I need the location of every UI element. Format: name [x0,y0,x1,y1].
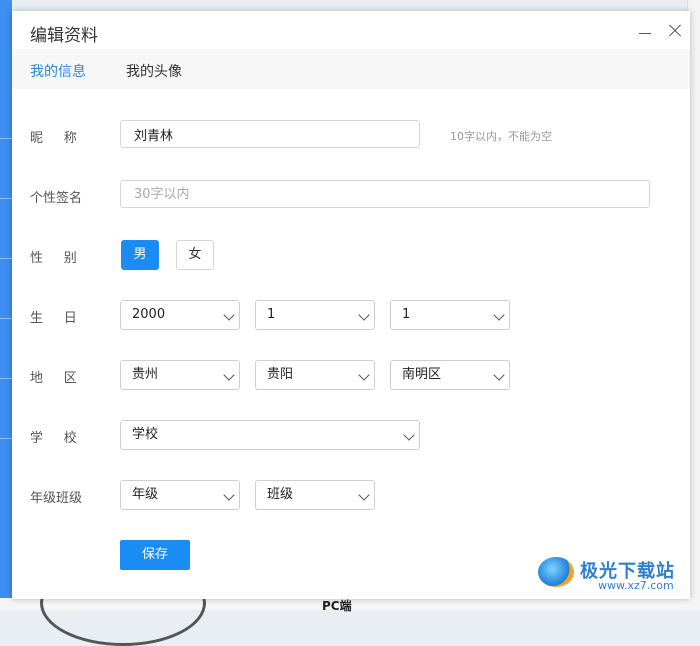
chevron-down-icon [358,369,370,381]
watermark-url: www.xz7.com [598,579,674,592]
chevron-down-icon [223,489,235,501]
dialog-titlebar: 编辑资料 [12,11,690,49]
region-row: 地区 贵州 贵阳 南明区 [12,360,690,390]
tab-my-avatar[interactable]: 我的头像 [126,61,182,81]
minimize-icon[interactable] [636,22,654,40]
dialog-title: 编辑资料 [30,26,98,46]
signature-row: 个性签名 [12,180,690,210]
watermark: 极光下载站 www.xz7.com [538,555,688,595]
birth-day-select[interactable]: 1 [390,300,510,330]
grade-class-label: 年级班级 [30,491,83,506]
province-value: 贵州 [132,367,159,382]
gender-label: 性别 [30,251,98,266]
birth-year-select[interactable]: 2000 [120,300,240,330]
birth-month-select[interactable]: 1 [255,300,375,330]
city-select[interactable]: 贵阳 [255,360,375,390]
city-value: 贵阳 [267,367,294,382]
chevron-down-icon [358,309,370,321]
chevron-down-icon [358,489,370,501]
grade-class-row: 年级班级 年级 班级 [12,480,690,510]
chevron-down-icon [223,309,235,321]
birth-year-value: 2000 [132,307,166,322]
nickname-row: 昵称 10字以内，不能为空 [12,120,690,150]
gender-row: 性别 男 女 [12,240,690,270]
tab-bar: 我的信息 我的头像 [12,49,690,89]
birthday-label: 生日 [30,311,98,326]
gender-male-button[interactable]: 男 [121,240,159,270]
chevron-down-icon [493,309,505,321]
chevron-down-icon [493,369,505,381]
nickname-hint: 10字以内，不能为空 [450,130,552,143]
signature-label: 个性签名 [30,191,83,206]
district-select[interactable]: 南明区 [390,360,510,390]
class-select[interactable]: 班级 [255,480,375,510]
birthday-row: 生日 2000 1 1 [12,300,690,330]
school-select[interactable]: 学校 [120,420,420,450]
signature-input[interactable] [120,180,650,208]
school-row: 学校 学校 [12,420,690,450]
background-label: PC端 [322,599,352,613]
save-button[interactable]: 保存 [120,540,190,570]
province-select[interactable]: 贵州 [120,360,240,390]
chevron-down-icon [403,429,415,441]
birth-day-value: 1 [402,307,411,322]
chevron-down-icon [223,369,235,381]
close-icon[interactable] [666,22,684,40]
school-label: 学校 [30,431,98,446]
grade-select[interactable]: 年级 [120,480,240,510]
class-value: 班级 [267,487,294,502]
edit-profile-dialog: 编辑资料 我的信息 我的头像 昵称 10字以内，不能为空 个性签名 性别 男 女… [12,11,690,599]
watermark-logo-icon [538,557,574,587]
school-value: 学校 [132,427,159,442]
nickname-input[interactable] [120,120,420,148]
background-app-left [0,0,12,610]
gender-female-button[interactable]: 女 [176,240,214,270]
grade-value: 年级 [132,487,159,502]
region-label: 地区 [30,371,98,386]
birth-month-value: 1 [267,307,276,322]
tab-my-info[interactable]: 我的信息 [30,61,86,81]
nickname-label: 昵称 [30,131,98,146]
district-value: 南明区 [402,367,442,382]
